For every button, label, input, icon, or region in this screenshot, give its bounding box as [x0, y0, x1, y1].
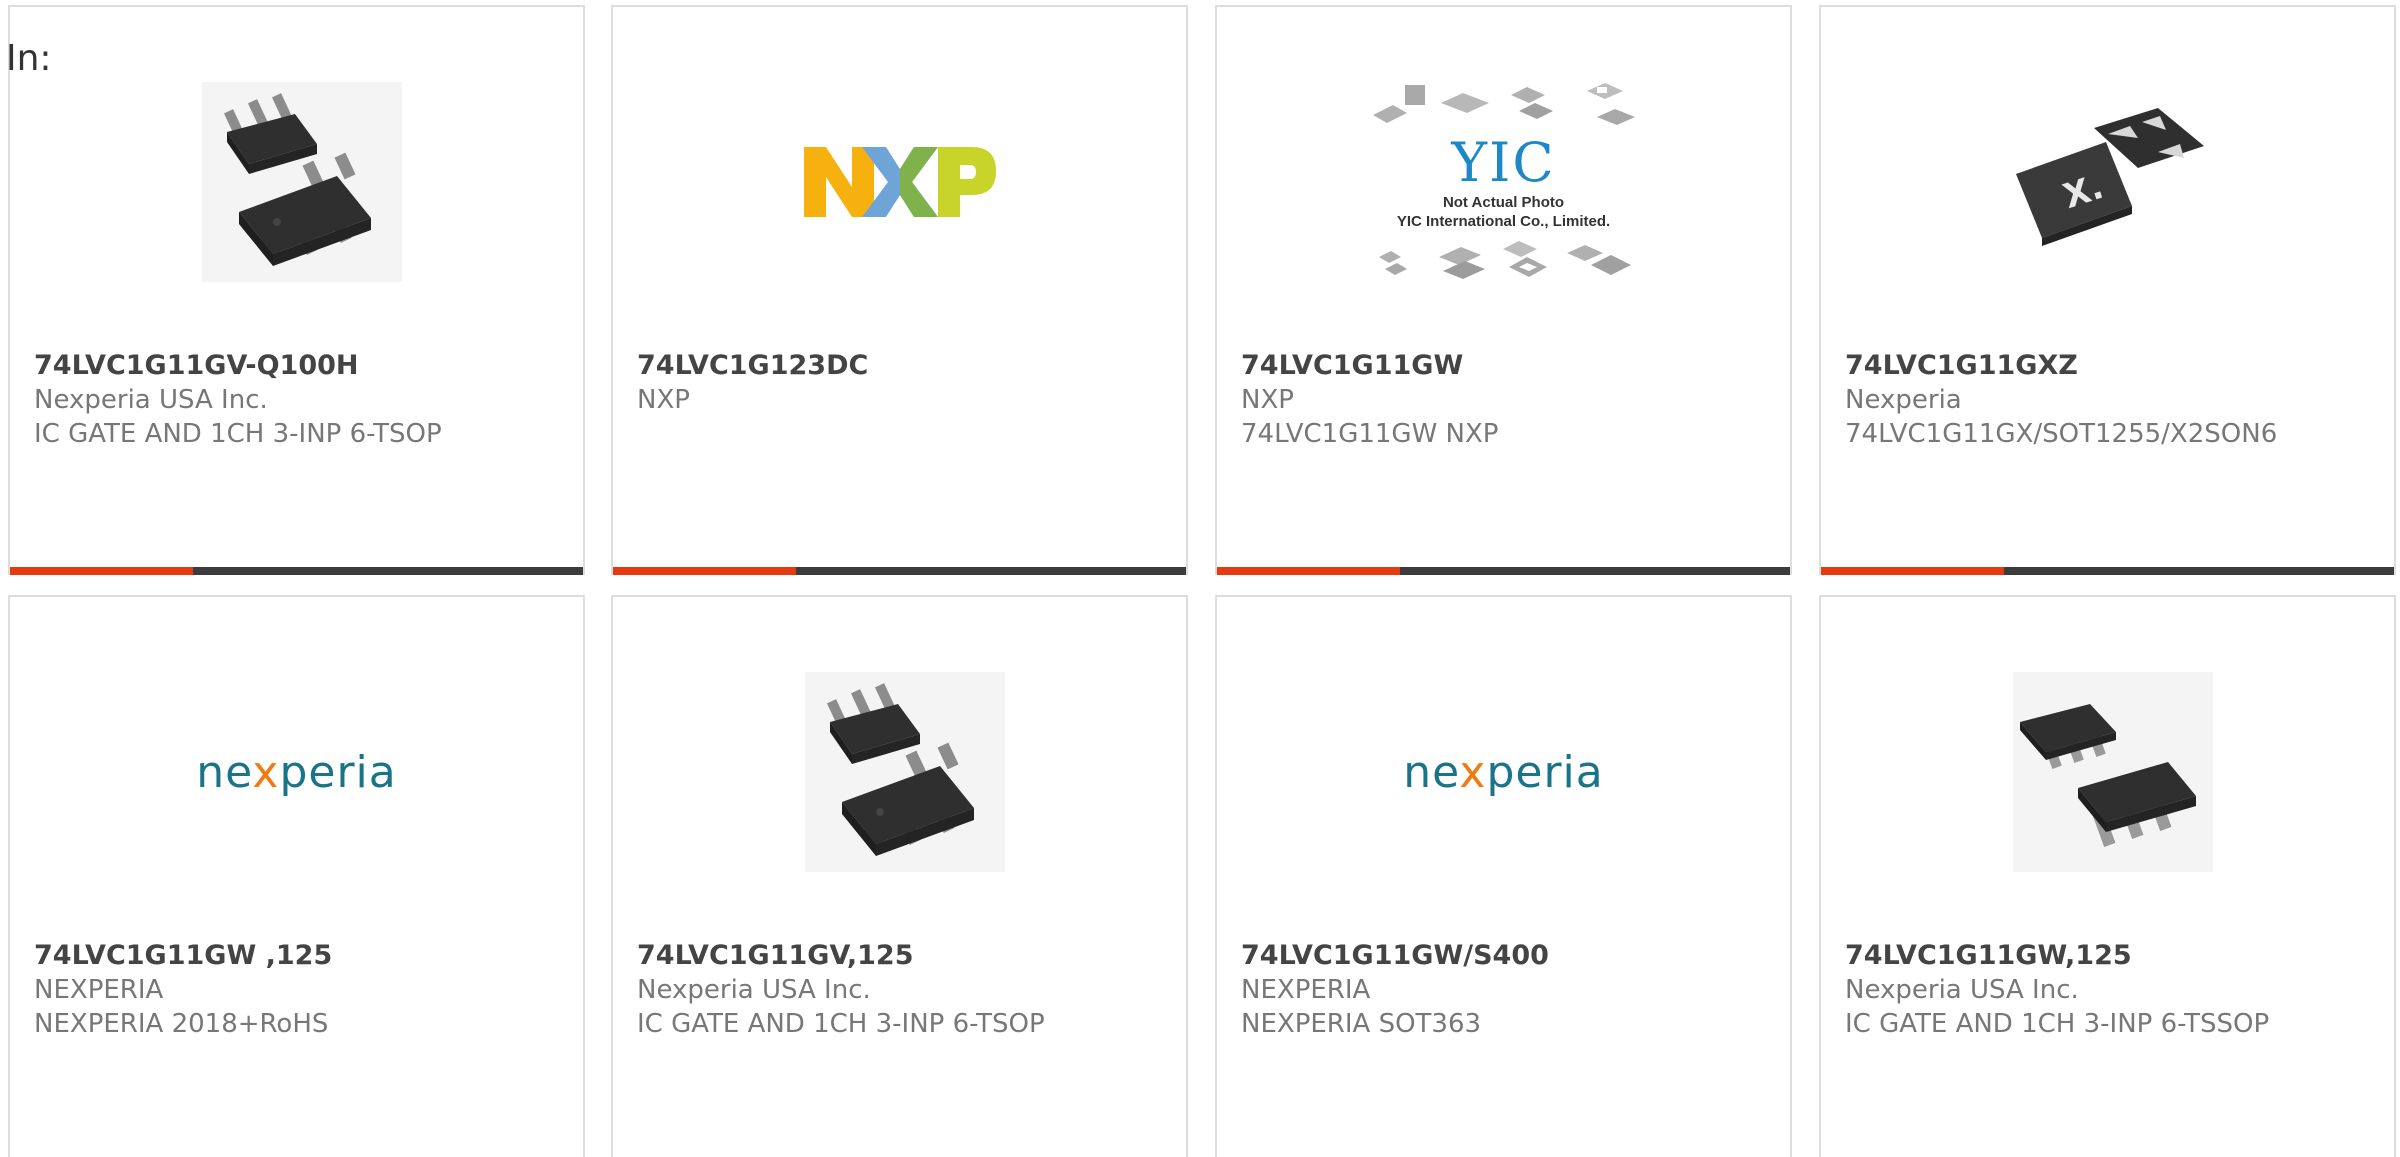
part-number[interactable]: 74LVC1G11GV,125	[637, 939, 1176, 973]
progress-bar	[1217, 567, 1790, 575]
description: NEXPERIA 2018+RoHS	[34, 1009, 329, 1039]
nxp-logo-icon	[803, 147, 996, 217]
product-card[interactable]: 74LVC1G11GV,125 Nexperia USA Inc. IC GAT…	[611, 595, 1188, 1157]
part-number[interactable]: 74LVC1G11GW/S400	[1241, 939, 1780, 973]
yic-placeholder-image: YIC Not Actual Photo YIC International C…	[1369, 77, 1639, 287]
part-number[interactable]: 74LVC1G123DC	[637, 349, 1176, 383]
page-label: In:	[6, 38, 52, 79]
progress-bar-fill	[10, 567, 194, 575]
product-card[interactable]: YIC Not Actual Photo YIC International C…	[1215, 5, 1792, 575]
product-card[interactable]: 74LVC1G11GV-Q100H Nexperia USA Inc. IC G…	[8, 5, 585, 575]
description: IC GATE AND 1CH 3-INP 6-TSOP	[34, 419, 442, 449]
description: 74LVC1G11GW NXP	[1241, 419, 1499, 449]
product-image[interactable]: nexperia	[10, 637, 583, 907]
nexperia-logo-text: nexperia	[1403, 746, 1604, 798]
components-row-icon	[1372, 83, 1635, 125]
yic-company-caption: YIC International Co., Limited.	[1396, 213, 1611, 230]
manufacturer: Nexperia USA Inc.	[34, 385, 268, 415]
product-card[interactable]: 74LVC1G123DC NXP	[611, 5, 1188, 575]
nexperia-logo: nexperia	[1403, 747, 1604, 798]
manufacturer: NXP	[637, 385, 690, 415]
ic-chip-icon	[804, 672, 1005, 872]
manufacturer: Nexperia	[1845, 385, 1962, 415]
manufacturer: NXP	[1241, 385, 1294, 415]
product-image[interactable]	[613, 637, 1186, 907]
product-card[interactable]: X. 74LVC1G11GXZ Nexperia 74LVC1G11GX/SOT…	[1819, 5, 2396, 575]
part-number[interactable]: 74LVC1G11GXZ	[1845, 349, 2384, 383]
description: IC GATE AND 1CH 3-INP 6-TSSOP	[1845, 1009, 2270, 1039]
manufacturer: NEXPERIA	[34, 975, 164, 1005]
part-number[interactable]: 74LVC1G11GW,125	[1845, 939, 2384, 973]
manufacturer: Nexperia USA Inc.	[637, 975, 871, 1005]
description: IC GATE AND 1CH 3-INP 6-TSOP	[637, 1009, 1045, 1039]
progress-bar-fill	[1217, 567, 1401, 575]
product-image[interactable]	[10, 47, 583, 317]
description: 74LVC1G11GX/SOT1255/X2SON6	[1845, 419, 2278, 449]
progress-bar-fill	[613, 567, 797, 575]
product-card[interactable]: 74LVC1G11GW,125 Nexperia USA Inc. IC GAT…	[1819, 595, 2396, 1157]
manufacturer: NEXPERIA	[1241, 975, 1371, 1005]
product-image[interactable]	[1821, 637, 2394, 907]
product-image[interactable]	[613, 47, 1186, 317]
nexperia-logo-text: nexperia	[196, 746, 397, 798]
progress-bar-fill	[1821, 567, 2005, 575]
part-number[interactable]: 74LVC1G11GW ,125	[34, 939, 573, 973]
yic-logo: YIC	[1451, 131, 1556, 194]
x2son-chip-icon: X.	[2015, 108, 2204, 246]
product-image[interactable]: nexperia	[1217, 637, 1790, 907]
part-number[interactable]: 74LVC1G11GV-Q100H	[34, 349, 573, 383]
not-actual-photo-caption: Not Actual Photo	[1442, 194, 1565, 211]
components-row-icon	[1378, 241, 1631, 279]
manufacturer: Nexperia USA Inc.	[1845, 975, 2079, 1005]
product-image[interactable]: X.	[1821, 47, 2394, 317]
part-number[interactable]: 74LVC1G11GW	[1241, 349, 1780, 383]
progress-bar	[1821, 567, 2394, 575]
description: NEXPERIA SOT363	[1241, 1009, 1482, 1039]
progress-bar	[613, 567, 1186, 575]
product-image[interactable]: YIC Not Actual Photo YIC International C…	[1217, 47, 1790, 317]
nexperia-logo: nexperia	[196, 747, 397, 798]
product-card[interactable]: nexperia 74LVC1G11GW ,125 NEXPERIA NEXPE…	[8, 595, 585, 1157]
ic-chip-icon	[201, 82, 402, 282]
progress-bar	[10, 567, 583, 575]
product-card[interactable]: nexperia 74LVC1G11GW/S400 NEXPERIA NEXPE…	[1215, 595, 1792, 1157]
ic-tssop-chip-icon	[2012, 672, 2213, 872]
